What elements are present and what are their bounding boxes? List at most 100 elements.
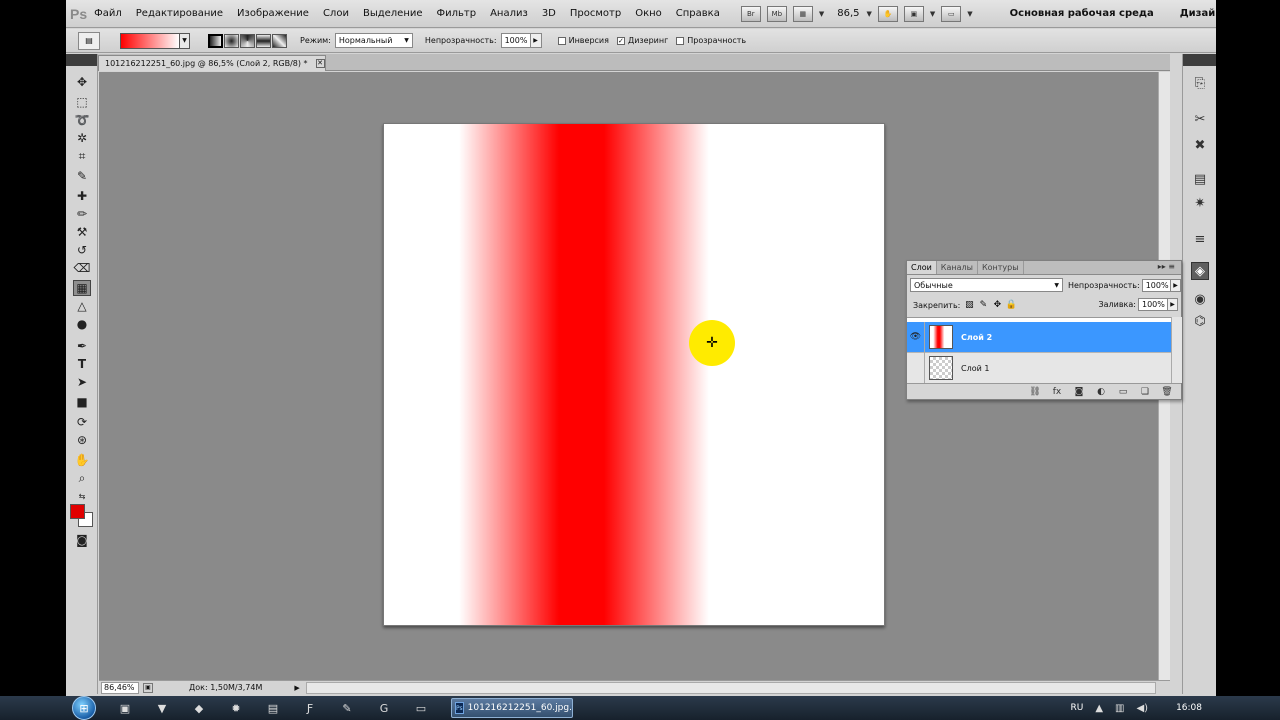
clock[interactable]: 16:08 [1176,703,1202,713]
crop-tool-icon[interactable]: ⌗ [73,148,91,164]
move-tool-icon[interactable]: ✥ [73,74,91,90]
horizontal-scrollbar[interactable] [305,681,1156,694]
path-selection-tool-icon[interactable]: ➤ [73,374,91,390]
lock-transparency-icon[interactable]: ▨ [964,300,974,310]
chevron-down-icon[interactable]: ▼ [967,10,972,18]
chevron-right-icon[interactable]: ▶ [530,33,542,48]
opacity-input[interactable]: 100% [500,33,531,48]
volume-icon[interactable]: ◀) [1136,703,1148,714]
menu-image[interactable]: Изображение [230,0,316,28]
layers-scrollbar[interactable] [1171,317,1182,383]
document-tab[interactable]: 101216212251_60.jpg @ 86,5% (Слой 2, RGB… [98,55,326,71]
mini-bridge-button[interactable]: Mb [766,5,787,22]
menu-filter[interactable]: Фильтр [430,0,484,28]
layers-panel-icon[interactable]: ◈ [1191,262,1209,280]
chevron-down-icon[interactable]: ▼ [930,10,935,18]
menu-file[interactable]: Файл [87,0,129,28]
history-brush-tool-icon[interactable]: ↺ [73,242,91,258]
new-layer-icon[interactable]: ❏ [1137,386,1153,398]
clone-stamp-tool-icon[interactable]: ⚒ [73,224,91,240]
layer-opacity-input[interactable]: 100% [1141,278,1172,292]
document-canvas[interactable] [383,123,885,626]
inversion-checkbox[interactable]: Инверсия [557,36,609,45]
chevron-down-icon[interactable]: ▼ [867,10,872,18]
taskbar-photoshop-task[interactable]: Ps 101216212251_60.jpg... [451,698,573,718]
tools-panel-header[interactable] [66,54,97,66]
3d-orbit-tool-icon[interactable]: ⊛ [73,432,91,448]
menu-edit[interactable]: Редактирование [129,0,230,28]
brush-presets-icon[interactable]: ✖ [1191,136,1209,154]
menu-3d[interactable]: 3D [535,0,563,28]
dither-checkbox[interactable]: ✓ Дизеринг [616,36,668,45]
tab-channels[interactable]: Каналы [937,261,978,274]
app-icon-g[interactable]: G [373,699,395,717]
dodge-tool-icon[interactable]: ● [73,316,91,332]
swap-colors-icon[interactable]: ⇆ [73,488,91,504]
tray-arrow-icon[interactable]: ▲ [1095,703,1103,714]
styles-panel-icon[interactable]: ≡ [1191,230,1209,248]
workspace-essentials[interactable]: Основная рабочая среда [1010,8,1154,19]
adjustments-panel-icon[interactable]: ✷ [1191,194,1209,212]
zoom-tool-icon[interactable]: ⌕ [73,470,91,486]
chevron-right-icon[interactable]: ▶ [294,684,299,692]
visibility-toggle[interactable] [907,352,925,383]
menu-select[interactable]: Выделение [356,0,430,28]
screen-mode-button[interactable]: ▭ [941,5,962,22]
diamond-gradient-icon[interactable] [272,33,287,48]
type-tool-icon[interactable]: T [73,356,91,372]
tool-preset-picker[interactable]: ▤ [78,31,100,50]
foreground-color-swatch[interactable] [70,504,85,519]
language-indicator[interactable]: RU [1070,703,1083,713]
zoom-level[interactable]: 86,5 [837,8,859,19]
brush-tool-icon[interactable]: ✏ [73,206,91,222]
app-icon-shield[interactable]: ◆ [188,699,210,717]
3d-rotate-tool-icon[interactable]: ⟳ [73,414,91,430]
quick-mask-icon[interactable]: ◙ [73,532,91,548]
navigator-panel-icon[interactable]: ▤ [1191,170,1209,188]
app-icon-document[interactable]: ▤ [262,699,284,717]
panel-strip-header[interactable] [1183,54,1216,66]
status-zoom-field[interactable]: 86,46% [101,681,139,694]
magic-wand-tool-icon[interactable]: ✲ [73,130,91,146]
blur-tool-icon[interactable]: △ [73,298,91,314]
folder-icon[interactable]: ▭ [410,699,432,717]
adjustment-layer-icon[interactable]: ◐ [1093,386,1109,398]
pen-tool-icon[interactable]: ✒ [73,338,91,354]
menu-window[interactable]: Окно [628,0,669,28]
fill-input[interactable]: 100% [1138,298,1168,311]
radial-gradient-icon[interactable] [224,33,239,48]
app-icon-gear[interactable]: ✹ [225,699,247,717]
desktop-icon[interactable]: ▣ [114,699,136,717]
chevron-down-icon[interactable]: ▼ [819,10,824,18]
hand-tool-button[interactable]: ✋ [877,5,898,22]
tab-paths[interactable]: Контуры [978,261,1024,274]
trash-icon[interactable]: 🗑 [1159,386,1175,398]
bridge-button[interactable]: Br [740,5,761,22]
reflected-gradient-icon[interactable] [256,33,271,48]
menu-layers[interactable]: Слои [316,0,356,28]
lasso-tool-icon[interactable]: ➰ [73,112,91,128]
chevron-right-icon[interactable]: ▶ [1171,278,1181,292]
lock-pixels-icon[interactable]: ✎ [978,300,988,310]
blend-mode-select[interactable]: Обычные ▼ [910,278,1063,292]
marquee-tool-icon[interactable]: ⬚ [73,94,91,110]
transparency-checkbox[interactable]: Прозрачность [676,36,746,45]
angle-gradient-icon[interactable] [240,33,255,48]
chevron-down-icon[interactable]: ▼ [180,32,190,49]
chevron-right-icon[interactable]: ▶ [1168,298,1178,311]
gradient-swatch[interactable] [120,32,180,49]
link-layers-icon[interactable]: ⛓ [1027,386,1043,398]
menu-help[interactable]: Справка [669,0,727,28]
app-icon-pen[interactable]: ✎ [336,699,358,717]
gradient-tool-icon[interactable]: ▦ [73,280,91,296]
shape-tool-icon[interactable]: ■ [73,394,91,410]
menu-analysis[interactable]: Анализ [483,0,535,28]
tab-layers[interactable]: Слои [907,261,937,274]
lock-all-icon[interactable]: 🔒 [1006,300,1017,310]
paths-panel-icon[interactable]: ⌬ [1191,312,1209,330]
layer-row[interactable]: Слой 1 [907,352,1171,383]
layer-row[interactable]: 👁 Слой 2 [907,321,1171,353]
panel-menu-icon[interactable]: ▸▸ ≡ [1158,262,1175,271]
lock-position-icon[interactable]: ✥ [992,300,1002,310]
filezilla-icon[interactable]: Ƒ [299,699,321,717]
